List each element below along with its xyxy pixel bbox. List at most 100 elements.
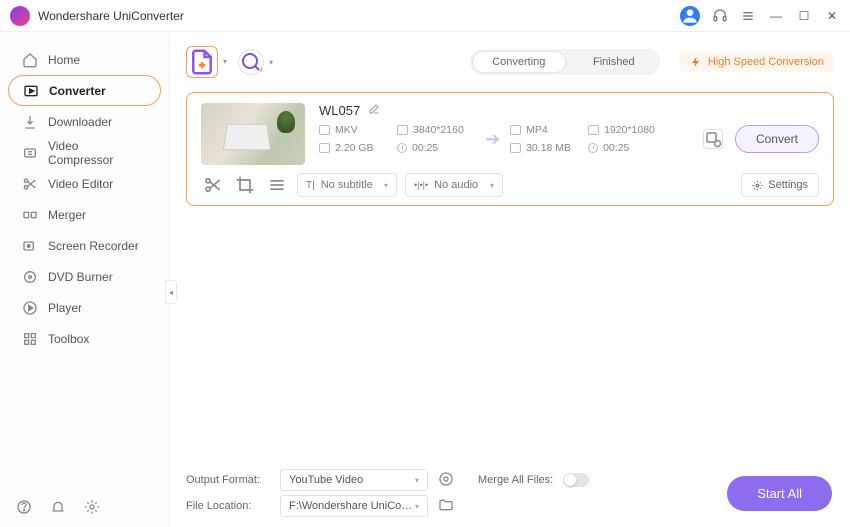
- dst-format: MP4: [526, 124, 548, 136]
- recorder-icon: [22, 238, 38, 254]
- file-name: WL057: [319, 103, 360, 118]
- clock-icon: [588, 143, 598, 153]
- tab-converting[interactable]: Converting: [472, 51, 566, 73]
- status-tabs: Converting Finished: [470, 49, 660, 75]
- chevron-down-icon: ▾: [415, 476, 419, 485]
- convert-button[interactable]: Convert: [735, 125, 819, 153]
- merge-label: Merge All Files:: [478, 474, 553, 486]
- maximize-button[interactable]: ☐: [796, 8, 812, 24]
- sidebar-item-merger[interactable]: Merger: [8, 199, 161, 230]
- compress-icon: [22, 145, 38, 161]
- audio-value: No audio: [434, 179, 478, 191]
- titlebar: Wondershare UniConverter — ☐ ✕: [0, 0, 850, 32]
- play-icon: [22, 300, 38, 316]
- sidebar-item-label: Converter: [49, 84, 106, 98]
- grid-icon: [22, 331, 38, 347]
- src-format: MKV: [335, 124, 358, 136]
- start-all-button[interactable]: Start All: [727, 476, 832, 511]
- merge-toggle[interactable]: [563, 473, 589, 487]
- sidebar-item-recorder[interactable]: Screen Recorder: [8, 230, 161, 261]
- merge-icon: [22, 207, 38, 223]
- sidebar-item-label: Player: [48, 301, 82, 315]
- crop-icon[interactable]: [233, 175, 257, 195]
- open-folder-icon[interactable]: [438, 497, 454, 516]
- output-settings-icon[interactable]: [438, 471, 454, 490]
- format-icon: [319, 125, 330, 135]
- bell-icon[interactable]: [50, 499, 66, 515]
- content-area: ▾ + ▾ Converting Finished High Speed Con…: [170, 32, 850, 527]
- sidebar-item-player[interactable]: Player: [8, 292, 161, 323]
- settings-label: Settings: [768, 179, 808, 191]
- dst-duration: 00:25: [603, 142, 629, 154]
- chevron-down-icon: ▾: [223, 57, 227, 66]
- close-button[interactable]: ✕: [824, 8, 840, 24]
- user-avatar[interactable]: [680, 6, 700, 26]
- resolution-icon: [397, 125, 408, 135]
- sidebar-item-label: Video Compressor: [48, 139, 147, 167]
- size-icon: [319, 143, 330, 153]
- src-size: 2.20 GB: [335, 142, 374, 154]
- help-icon[interactable]: [16, 499, 32, 515]
- app-title: Wondershare UniConverter: [38, 9, 680, 23]
- sidebar-item-label: Video Editor: [48, 177, 113, 191]
- high-speed-toggle[interactable]: High Speed Conversion: [680, 52, 834, 72]
- video-thumbnail[interactable]: [201, 103, 305, 165]
- file-location-dropdown[interactable]: F:\Wondershare UniConverter ▾: [280, 495, 428, 517]
- subtitle-value: No subtitle: [321, 179, 373, 191]
- file-location-label: File Location:: [186, 500, 270, 512]
- sidebar-item-label: Toolbox: [48, 332, 89, 346]
- home-icon: [22, 52, 38, 68]
- dst-resolution: 1920*1080: [604, 124, 655, 136]
- output-format-label: Output Format:: [186, 474, 270, 486]
- resolution-icon: [588, 125, 599, 135]
- clock-icon: [397, 143, 407, 153]
- sidebar-item-compressor[interactable]: Video Compressor: [8, 137, 161, 168]
- menu-icon[interactable]: [740, 8, 756, 24]
- disc-icon: [22, 269, 38, 285]
- lightning-icon: [690, 56, 702, 68]
- sidebar: Home Converter Downloader Video Compress…: [0, 32, 170, 527]
- download-icon: [22, 114, 38, 130]
- sidebar-item-toolbox[interactable]: Toolbox: [8, 323, 161, 354]
- sidebar-item-label: Home: [48, 53, 80, 67]
- effect-icon[interactable]: [265, 175, 289, 195]
- arrow-right-icon: ➔: [475, 129, 510, 150]
- dst-size: 30.18 MB: [526, 142, 571, 154]
- settings-icon[interactable]: [84, 499, 100, 515]
- sidebar-item-downloader[interactable]: Downloader: [8, 106, 161, 137]
- tab-finished[interactable]: Finished: [568, 49, 660, 75]
- src-resolution: 3840*2160: [413, 124, 464, 136]
- audio-dropdown[interactable]: •|•|• No audio ▾: [405, 173, 503, 197]
- add-url-button[interactable]: + ▾: [238, 49, 264, 75]
- add-file-button[interactable]: ▾: [186, 46, 218, 78]
- headset-icon[interactable]: [712, 8, 728, 24]
- output-format-dropdown[interactable]: YouTube Video ▾: [280, 469, 428, 491]
- minimize-button[interactable]: —: [768, 8, 784, 24]
- trim-icon[interactable]: [201, 175, 225, 195]
- format-icon: [510, 125, 521, 135]
- app-logo: [10, 6, 30, 26]
- chevron-down-icon: ▾: [490, 181, 494, 190]
- sidebar-item-converter[interactable]: Converter: [8, 75, 161, 106]
- sidebar-item-dvd[interactable]: DVD Burner: [8, 261, 161, 292]
- sidebar-item-editor[interactable]: Video Editor: [8, 168, 161, 199]
- scissors-icon: [22, 176, 38, 192]
- chevron-down-icon: ▾: [415, 502, 419, 511]
- subtitle-dropdown[interactable]: T| No subtitle ▾: [297, 173, 397, 197]
- chevron-down-icon: ▾: [269, 58, 273, 67]
- file-card: WL057 MKV 2.20 GB 3840*2160 00:25 ➔: [186, 92, 834, 206]
- output-pref-icon[interactable]: [703, 129, 723, 149]
- output-format-value: YouTube Video: [289, 474, 363, 486]
- file-settings-button[interactable]: Settings: [741, 173, 819, 197]
- converter-icon: [23, 83, 39, 99]
- edit-name-icon[interactable]: [368, 103, 380, 118]
- file-location-value: F:\Wondershare UniConverter: [289, 500, 415, 512]
- gear-icon: [752, 180, 763, 191]
- sidebar-item-home[interactable]: Home: [8, 44, 161, 75]
- size-icon: [510, 143, 521, 153]
- sidebar-item-label: Screen Recorder: [48, 239, 139, 253]
- hsc-label: High Speed Conversion: [708, 56, 824, 68]
- sidebar-item-label: Merger: [48, 208, 86, 222]
- sidebar-item-label: Downloader: [48, 115, 112, 129]
- chevron-down-icon: ▾: [384, 181, 388, 190]
